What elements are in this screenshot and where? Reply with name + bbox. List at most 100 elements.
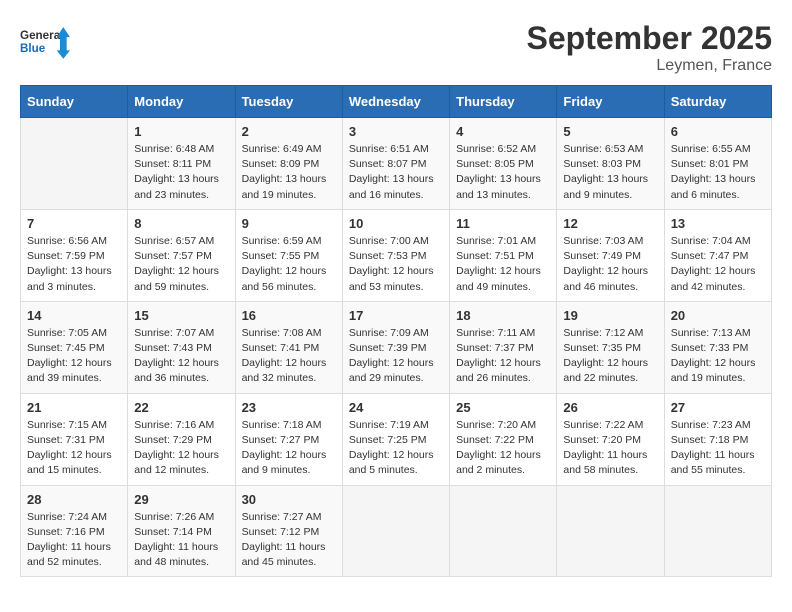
day-number: 20 [671, 308, 765, 323]
calendar-day-header: Saturday [664, 86, 771, 118]
svg-text:Blue: Blue [20, 42, 46, 55]
logo: General Blue [20, 20, 70, 65]
calendar-week-row: 14 Sunrise: 7:05 AM Sunset: 7:45 PM Dayli… [21, 301, 772, 393]
calendar-day-header: Thursday [450, 86, 557, 118]
day-number: 6 [671, 124, 765, 139]
day-number: 22 [134, 400, 228, 415]
calendar-cell [450, 485, 557, 577]
calendar-cell: 6 Sunrise: 6:55 AM Sunset: 8:01 PM Daylig… [664, 118, 771, 210]
day-info: Sunrise: 6:59 AM Sunset: 7:55 PM Dayligh… [242, 234, 336, 295]
calendar-cell: 2 Sunrise: 6:49 AM Sunset: 8:09 PM Daylig… [235, 118, 342, 210]
day-number: 25 [456, 400, 550, 415]
day-number: 2 [242, 124, 336, 139]
calendar-day-header: Wednesday [342, 86, 449, 118]
svg-text:General: General [20, 29, 63, 42]
calendar-week-row: 21 Sunrise: 7:15 AM Sunset: 7:31 PM Dayli… [21, 393, 772, 485]
calendar-cell: 10Sunrise: 7:00 AM Sunset: 7:53 PM Dayli… [342, 209, 449, 301]
calendar-cell: 14 Sunrise: 7:05 AM Sunset: 7:45 PM Dayli… [21, 301, 128, 393]
day-info: Sunrise: 7:01 AM Sunset: 7:51 PM Dayligh… [456, 234, 550, 295]
calendar-cell: 12 Sunrise: 7:03 AM Sunset: 7:49 PM Dayli… [557, 209, 664, 301]
day-info: Sunrise: 7:05 AM Sunset: 7:45 PM Dayligh… [27, 326, 121, 387]
day-info: Sunrise: 7:15 AM Sunset: 7:31 PM Dayligh… [27, 418, 121, 479]
day-number: 24 [349, 400, 443, 415]
day-number: 23 [242, 400, 336, 415]
day-info: Sunrise: 6:55 AM Sunset: 8:01 PM Dayligh… [671, 142, 765, 203]
day-info: Sunrise: 7:08 AM Sunset: 7:41 PM Dayligh… [242, 326, 336, 387]
calendar-cell: 8 Sunrise: 6:57 AM Sunset: 7:57 PM Daylig… [128, 209, 235, 301]
day-number: 21 [27, 400, 121, 415]
calendar-day-header: Monday [128, 86, 235, 118]
day-info: Sunrise: 7:00 AM Sunset: 7:53 PM Dayligh… [349, 234, 443, 295]
calendar-cell: 17 Sunrise: 7:09 AM Sunset: 7:39 PM Dayli… [342, 301, 449, 393]
calendar-cell: 25 Sunrise: 7:20 AM Sunset: 7:22 PM Dayli… [450, 393, 557, 485]
day-number: 18 [456, 308, 550, 323]
calendar-cell: 13Sunrise: 7:04 AM Sunset: 7:47 PM Dayli… [664, 209, 771, 301]
day-info: Sunrise: 7:18 AM Sunset: 7:27 PM Dayligh… [242, 418, 336, 479]
calendar-cell: 4Sunrise: 6:52 AM Sunset: 8:05 PM Daylig… [450, 118, 557, 210]
calendar-cell [342, 485, 449, 577]
calendar-cell: 16 Sunrise: 7:08 AM Sunset: 7:41 PM Dayli… [235, 301, 342, 393]
logo-icon: General Blue [20, 20, 70, 65]
day-info: Sunrise: 6:51 AM Sunset: 8:07 PM Dayligh… [349, 142, 443, 203]
day-info: Sunrise: 7:09 AM Sunset: 7:39 PM Dayligh… [349, 326, 443, 387]
day-info: Sunrise: 7:23 AM Sunset: 7:18 PM Dayligh… [671, 418, 765, 479]
calendar-cell: 11Sunrise: 7:01 AM Sunset: 7:51 PM Dayli… [450, 209, 557, 301]
calendar-cell: 30 Sunrise: 7:27 AM Sunset: 7:12 PM Dayli… [235, 485, 342, 577]
calendar-cell: 1 Sunrise: 6:48 AM Sunset: 8:11 PM Daylig… [128, 118, 235, 210]
calendar-cell: 21 Sunrise: 7:15 AM Sunset: 7:31 PM Dayli… [21, 393, 128, 485]
day-info: Sunrise: 7:19 AM Sunset: 7:25 PM Dayligh… [349, 418, 443, 479]
calendar-cell: 20 Sunrise: 7:13 AM Sunset: 7:33 PM Dayli… [664, 301, 771, 393]
calendar-cell: 15 Sunrise: 7:07 AM Sunset: 7:43 PM Dayli… [128, 301, 235, 393]
calendar-week-row: 1 Sunrise: 6:48 AM Sunset: 8:11 PM Daylig… [21, 118, 772, 210]
day-info: Sunrise: 7:03 AM Sunset: 7:49 PM Dayligh… [563, 234, 657, 295]
calendar-cell: 22 Sunrise: 7:16 AM Sunset: 7:29 PM Dayli… [128, 393, 235, 485]
calendar-day-header: Friday [557, 86, 664, 118]
day-number: 16 [242, 308, 336, 323]
calendar-week-row: 7 Sunrise: 6:56 AM Sunset: 7:59 PM Daylig… [21, 209, 772, 301]
day-info: Sunrise: 7:11 AM Sunset: 7:37 PM Dayligh… [456, 326, 550, 387]
day-number: 28 [27, 492, 121, 507]
day-number: 17 [349, 308, 443, 323]
day-number: 12 [563, 216, 657, 231]
day-number: 3 [349, 124, 443, 139]
calendar-cell [664, 485, 771, 577]
calendar-day-header: Sunday [21, 86, 128, 118]
day-number: 19 [563, 308, 657, 323]
day-info: Sunrise: 7:12 AM Sunset: 7:35 PM Dayligh… [563, 326, 657, 387]
calendar-cell: 26Sunrise: 7:22 AM Sunset: 7:20 PM Dayli… [557, 393, 664, 485]
calendar-cell: 7 Sunrise: 6:56 AM Sunset: 7:59 PM Daylig… [21, 209, 128, 301]
day-info: Sunrise: 7:13 AM Sunset: 7:33 PM Dayligh… [671, 326, 765, 387]
calendar-cell [21, 118, 128, 210]
calendar-cell [557, 485, 664, 577]
day-number: 15 [134, 308, 228, 323]
day-number: 9 [242, 216, 336, 231]
calendar-cell: 29Sunrise: 7:26 AM Sunset: 7:14 PM Dayli… [128, 485, 235, 577]
calendar-cell: 28 Sunrise: 7:24 AM Sunset: 7:16 PM Dayli… [21, 485, 128, 577]
day-info: Sunrise: 7:24 AM Sunset: 7:16 PM Dayligh… [27, 510, 121, 571]
calendar-cell: 18 Sunrise: 7:11 AM Sunset: 7:37 PM Dayli… [450, 301, 557, 393]
day-number: 8 [134, 216, 228, 231]
calendar-week-row: 28 Sunrise: 7:24 AM Sunset: 7:16 PM Dayli… [21, 485, 772, 577]
day-info: Sunrise: 7:16 AM Sunset: 7:29 PM Dayligh… [134, 418, 228, 479]
calendar-cell: 23 Sunrise: 7:18 AM Sunset: 7:27 PM Dayli… [235, 393, 342, 485]
day-info: Sunrise: 6:57 AM Sunset: 7:57 PM Dayligh… [134, 234, 228, 295]
day-info: Sunrise: 6:56 AM Sunset: 7:59 PM Dayligh… [27, 234, 121, 295]
day-number: 5 [563, 124, 657, 139]
day-info: Sunrise: 7:07 AM Sunset: 7:43 PM Dayligh… [134, 326, 228, 387]
day-number: 30 [242, 492, 336, 507]
day-number: 27 [671, 400, 765, 415]
day-info: Sunrise: 7:20 AM Sunset: 7:22 PM Dayligh… [456, 418, 550, 479]
day-number: 14 [27, 308, 121, 323]
day-number: 13 [671, 216, 765, 231]
day-info: Sunrise: 6:49 AM Sunset: 8:09 PM Dayligh… [242, 142, 336, 203]
calendar-table: SundayMondayTuesdayWednesdayThursdayFrid… [20, 85, 772, 577]
day-number: 4 [456, 124, 550, 139]
day-number: 7 [27, 216, 121, 231]
day-info: Sunrise: 7:27 AM Sunset: 7:12 PM Dayligh… [242, 510, 336, 571]
calendar-cell: 24 Sunrise: 7:19 AM Sunset: 7:25 PM Dayli… [342, 393, 449, 485]
day-info: Sunrise: 7:26 AM Sunset: 7:14 PM Dayligh… [134, 510, 228, 571]
day-info: Sunrise: 6:48 AM Sunset: 8:11 PM Dayligh… [134, 142, 228, 203]
page-header: General Blue September 2025 Leymen, Fran… [20, 20, 772, 75]
day-info: Sunrise: 7:22 AM Sunset: 7:20 PM Dayligh… [563, 418, 657, 479]
day-number: 1 [134, 124, 228, 139]
